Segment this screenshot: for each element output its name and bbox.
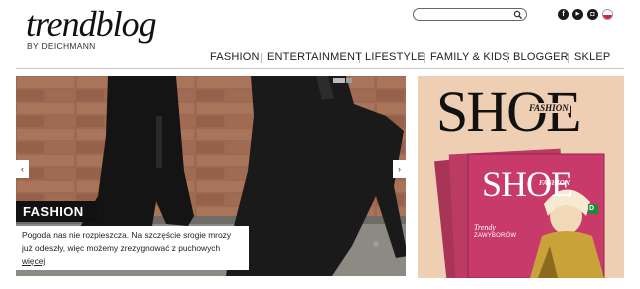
ad-title-badge: FASHION: [528, 103, 570, 113]
nav-item-family-kids[interactable]: FAMILY & KIDS: [430, 51, 510, 65]
caption-text: Pogoda nas nie rozpieszcza. Na szczęście…: [22, 230, 232, 253]
facebook-icon[interactable]: f: [558, 9, 569, 20]
search-input[interactable]: [420, 10, 510, 20]
search-icon[interactable]: [513, 10, 523, 20]
magazine-cover-badge: FASHION: [539, 179, 570, 187]
slider-prev-button[interactable]: ‹: [16, 160, 29, 178]
youtube-icon[interactable]: ▶: [572, 9, 583, 20]
nav-item-lifestyle[interactable]: LIFESTYLE: [365, 51, 425, 65]
logo-text: trendblog: [26, 4, 157, 44]
nav-item-blogger[interactable]: BLOGGER: [513, 51, 569, 65]
magazine-side-mark: D: [589, 205, 595, 212]
nav-separator: [261, 53, 262, 63]
hero-caption: Pogoda nas nie rozpieszcza. Na szczęście…: [16, 226, 249, 270]
magazine-cover-headline: Trendy: [474, 223, 496, 232]
nav-divider: [16, 68, 624, 69]
nav-separator: [568, 53, 569, 63]
nav-separator: [424, 53, 425, 63]
logo-subtitle: BY DEICHMANN: [27, 41, 96, 51]
nav-separator: [507, 53, 508, 63]
category-tag[interactable]: FASHION: [16, 201, 97, 222]
nav-separator: [359, 53, 360, 63]
pl-flag-icon[interactable]: [602, 9, 613, 20]
slider-next-button[interactable]: ›: [393, 160, 406, 178]
nav-item-sklep[interactable]: SKLEP: [574, 51, 610, 65]
instagram-icon[interactable]: ◘: [587, 9, 598, 20]
magazine-cover-subheadline: ZAWYBORÓW: [474, 233, 517, 239]
nav-item-entertainment[interactable]: ENTERTAINMENT: [267, 51, 362, 65]
search-box[interactable]: [413, 8, 527, 21]
site-logo[interactable]: trendblog BY DEICHMANN: [26, 4, 196, 52]
magazine-ad[interactable]: SHOE FASHION SHOE FASHION Trendy ZAWYBOR…: [418, 76, 624, 278]
read-more-link[interactable]: więcej: [22, 256, 45, 266]
nav-item-fashion[interactable]: FASHION: [210, 51, 260, 65]
